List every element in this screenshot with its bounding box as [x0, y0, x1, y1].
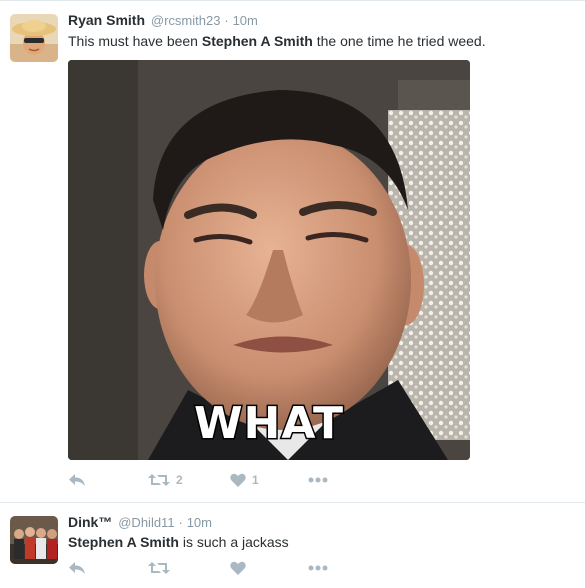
reply-button[interactable] [68, 561, 86, 575]
tweet-header: Ryan Smith @rcsmith23 · 10m [68, 12, 258, 28]
author-fullname[interactable]: Dink™ [68, 514, 112, 530]
timestamp[interactable]: 10m [187, 515, 212, 530]
separator: · [224, 13, 229, 28]
more-dots-icon [308, 565, 328, 571]
more-button[interactable] [308, 565, 328, 571]
avatar-image [10, 14, 58, 62]
reply-button[interactable] [68, 473, 86, 487]
tweet-text-before: This must have been [68, 33, 202, 49]
meme-image: WHAT [68, 60, 470, 460]
tweet-text-after: is such a jackass [178, 534, 289, 550]
tweet-media-image[interactable]: WHAT [68, 60, 470, 460]
avatar-image [10, 516, 58, 564]
heart-icon [230, 561, 246, 575]
tweet-header: Dink™ @Dhild11 · 10m [68, 514, 212, 530]
tweet[interactable]: Dink™ @Dhild11 · 10m Stephen A Smith is … [0, 502, 585, 588]
separator: · [178, 515, 183, 530]
more-button[interactable] [308, 477, 328, 483]
tweet-text: Stephen A Smith is such a jackass [68, 533, 289, 551]
timestamp[interactable]: 10m [233, 13, 258, 28]
retweet-count: 2 [176, 473, 183, 487]
retweet-button[interactable] [148, 561, 176, 575]
tweet-text-after: the one time he tried weed. [312, 33, 486, 49]
retweet-icon [148, 474, 170, 486]
retweet-icon [148, 562, 170, 574]
reply-arrow-icon [69, 562, 85, 574]
more-dots-icon [308, 477, 328, 483]
like-button[interactable] [230, 561, 252, 575]
tweet[interactable]: Ryan Smith @rcsmith23 · 10m This must ha… [0, 0, 585, 502]
avatar[interactable] [10, 14, 58, 62]
tweet-text-bold: Stephen A Smith [201, 33, 313, 49]
reply-arrow-icon [69, 474, 85, 486]
tweet-text-bold: Stephen A Smith [68, 534, 179, 550]
author-username[interactable]: @rcsmith23 [151, 13, 221, 28]
author-username[interactable]: @Dhild11 [118, 515, 174, 530]
retweet-button[interactable]: 2 [148, 473, 183, 487]
avatar[interactable] [10, 516, 58, 564]
heart-icon [230, 473, 246, 487]
like-count: 1 [252, 473, 259, 487]
like-button[interactable]: 1 [230, 473, 259, 487]
tweet-text: This must have been Stephen A Smith the … [68, 32, 486, 50]
meme-caption: WHAT [194, 398, 344, 449]
author-fullname[interactable]: Ryan Smith [68, 12, 145, 28]
